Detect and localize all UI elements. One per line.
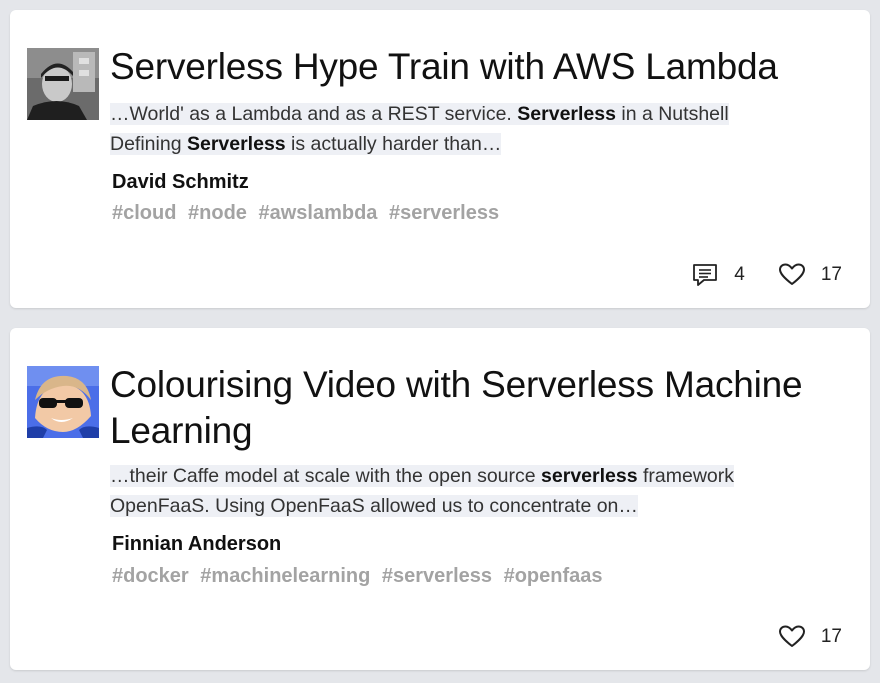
tag-link[interactable]: #cloud <box>112 202 176 224</box>
snippet-highlight: Serverless <box>517 103 616 125</box>
comments-count-button[interactable]: 4 <box>692 263 745 287</box>
tag-link[interactable]: #serverless <box>389 202 499 224</box>
tag-list: #docker #machinelearning #serverless #op… <box>112 565 609 588</box>
article-stats: 17 <box>745 625 842 649</box>
tag-link[interactable]: #serverless <box>382 565 492 587</box>
article-title[interactable]: Serverless Hype Train with AWS Lambda <box>110 44 850 90</box>
avatar-photo <box>27 366 99 438</box>
article-stats: 4 17 <box>658 263 842 287</box>
tag-link[interactable]: #docker <box>112 565 189 587</box>
author-avatar[interactable] <box>27 48 99 120</box>
likes-count: 17 <box>820 264 842 285</box>
article-title[interactable]: Colourising Video with Serverless Machin… <box>110 362 850 454</box>
comment-icon <box>693 264 718 286</box>
likes-count-button[interactable]: 17 <box>778 263 842 287</box>
snippet-text: in a Nutshell <box>615 103 729 125</box>
author-avatar[interactable] <box>27 366 99 438</box>
avatar-photo <box>27 48 99 120</box>
article-card[interactable]: Colourising Video with Serverless Machin… <box>10 328 870 670</box>
snippet-text: …World' as a Lambda and as a REST servic… <box>110 103 518 125</box>
snippet-highlight: serverless <box>541 465 638 487</box>
article-snippet: …World' as a Lambda and as a REST servic… <box>110 99 830 159</box>
article-card[interactable]: Serverless Hype Train with AWS Lambda …W… <box>10 10 870 308</box>
article-snippet: …their Caffe model at scale with the ope… <box>110 461 830 521</box>
snippet-text: framework <box>637 465 734 487</box>
tag-link[interactable]: #node <box>188 202 247 224</box>
tag-list: #cloud #node #awslambda #serverless <box>112 202 505 225</box>
snippet-text: OpenFaaS. Using OpenFaaS allowed us to c… <box>110 495 638 517</box>
comments-count: 4 <box>734 264 745 285</box>
snippet-highlight: Serverless <box>186 133 286 155</box>
likes-count-button[interactable]: 17 <box>778 625 842 649</box>
likes-count: 17 <box>820 626 842 647</box>
snippet-text: Defining <box>110 133 187 155</box>
tag-link[interactable]: #openfaas <box>504 565 603 587</box>
snippet-text: is actually harder than… <box>285 133 502 155</box>
snippet-text: …their Caffe model at scale with the ope… <box>110 465 542 487</box>
heart-icon <box>778 625 805 647</box>
heart-icon <box>778 263 805 285</box>
tag-link[interactable]: #machinelearning <box>200 565 370 587</box>
author-name[interactable]: David Schmitz <box>112 171 249 194</box>
author-name[interactable]: Finnian Anderson <box>112 533 281 556</box>
tag-link[interactable]: #awslambda <box>258 202 377 224</box>
